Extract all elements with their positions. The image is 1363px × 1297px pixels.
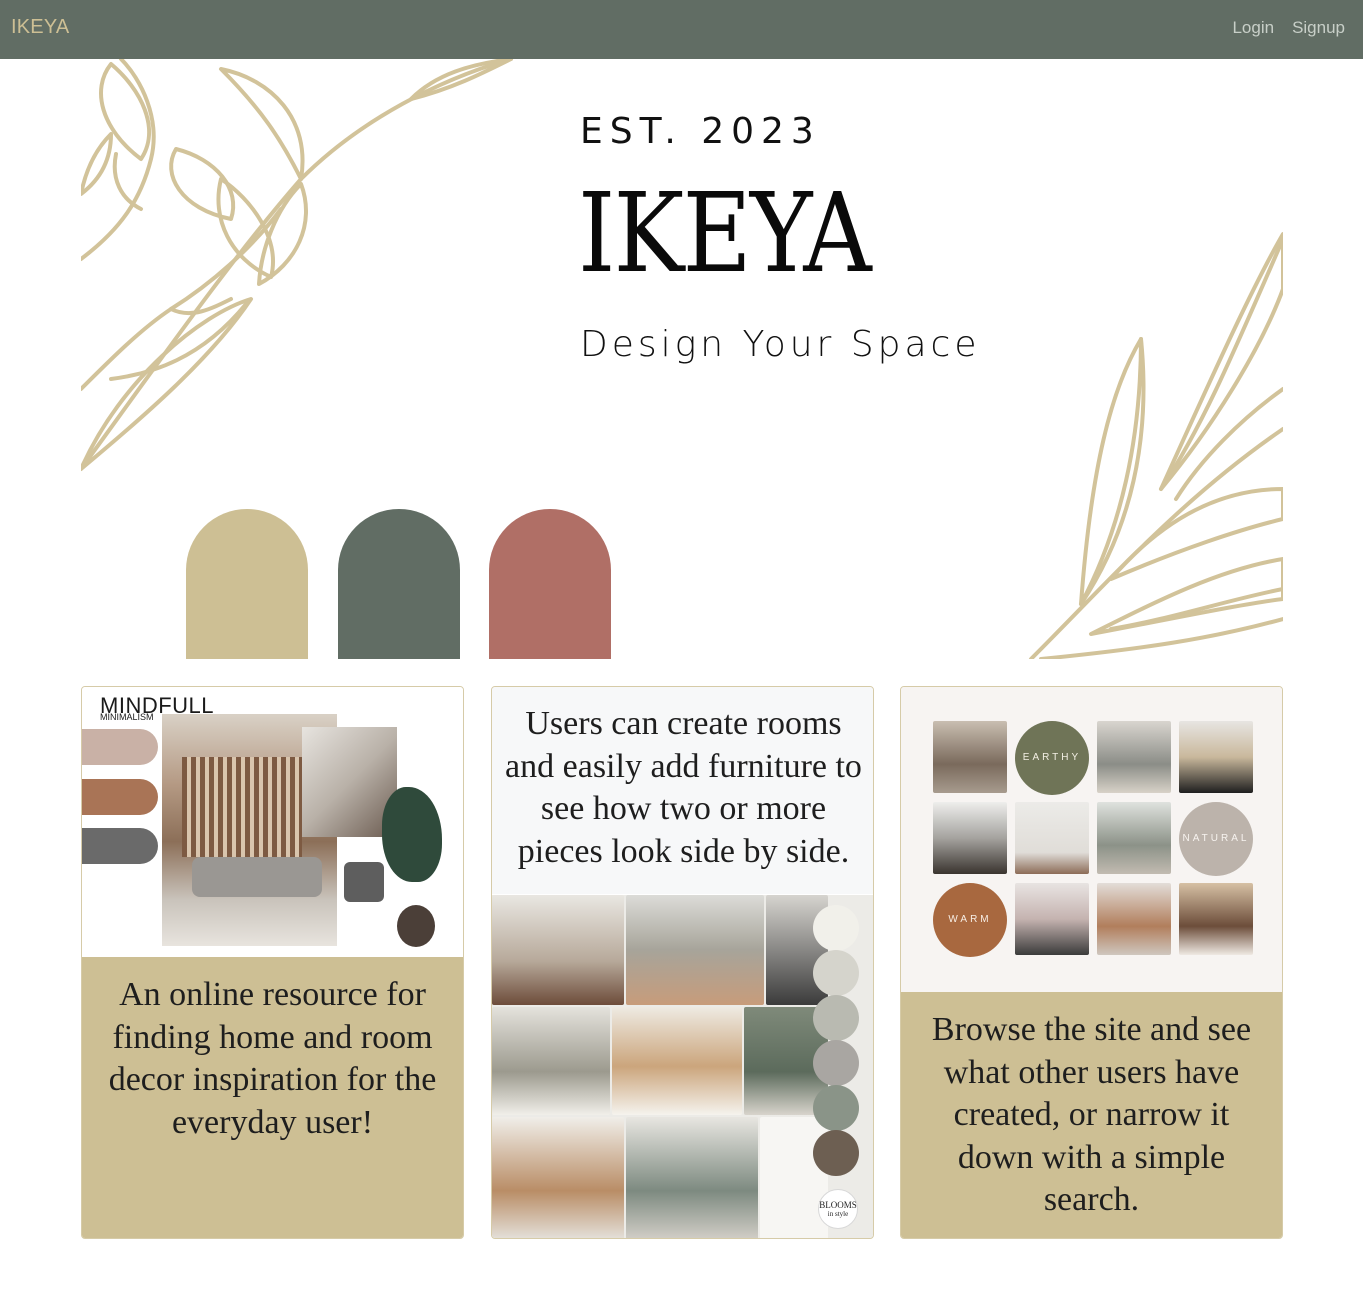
moodboard-subheading: MINIMALISM: [100, 712, 154, 722]
vase: [397, 905, 435, 947]
hero-tagline: Design Your Space: [580, 324, 981, 365]
card-text: Browse the site and see what other users…: [931, 1011, 1252, 1218]
hero-title: IKEYA: [578, 169, 872, 297]
collage-photo: [626, 895, 764, 1005]
collage-photo: [626, 1117, 758, 1238]
nav-links: Login Signup: [1232, 18, 1345, 38]
login-link[interactable]: Login: [1232, 18, 1274, 38]
moodboard-photo: [1097, 802, 1171, 874]
card-body: An online resource for finding home and …: [82, 957, 463, 1238]
card-body: Browse the site and see what other users…: [901, 992, 1282, 1238]
sage-arch: [338, 509, 460, 659]
earthy-badge: EARTHY: [1015, 721, 1089, 795]
est-year: EST. 2023: [580, 111, 821, 152]
moodboard-photo: [1097, 721, 1171, 793]
signup-link[interactable]: Signup: [1292, 18, 1345, 38]
mindful-minimalism-moodboard: MINDFULL MINIMALISM: [82, 687, 463, 957]
collage-photo: [612, 1007, 742, 1115]
card-header: Users can create rooms and easily add fu…: [492, 687, 873, 894]
palette-swatch: [813, 995, 859, 1041]
room-collage: BLOOMS in style: [492, 895, 873, 1238]
collage-photo: [492, 1007, 610, 1115]
swatch-pill: [82, 779, 158, 815]
hero-banner: EST. 2023 IKEYA Design Your Space: [81, 59, 1283, 659]
blooms-sign: BLOOMS in style: [818, 1189, 858, 1229]
sofa: [192, 857, 322, 897]
moodboard-photo: [1179, 883, 1253, 955]
palette-swatch: [813, 950, 859, 996]
palette-swatch: [813, 1130, 859, 1176]
swatch-pill: [82, 729, 158, 765]
earthy-moodboard: EARTHY NATURAL WARM: [901, 687, 1282, 992]
wood-slat-wall: [182, 757, 302, 857]
moodboard-photo: [933, 802, 1007, 874]
feature-card-inspiration: MINDFULL MINIMALISM An online resource f…: [81, 686, 464, 1239]
collage-photo: [492, 1117, 624, 1238]
collage-photo: [760, 1117, 828, 1238]
card-text: Users can create rooms and easily add fu…: [505, 705, 862, 870]
monstera-plant: [382, 787, 442, 882]
feature-card-create-rooms: Users can create rooms and easily add fu…: [491, 686, 874, 1239]
palette-swatch: [813, 1040, 859, 1086]
swatch-pill: [82, 828, 158, 864]
sand-arch: [186, 509, 308, 659]
warm-badge: WARM: [933, 883, 1007, 957]
chair: [344, 862, 384, 902]
natural-badge: NATURAL: [1179, 802, 1253, 876]
card-text: An online resource for finding home and …: [108, 976, 437, 1141]
clay-arch: [489, 509, 611, 659]
moodboard-photo: [1097, 883, 1171, 955]
moodboard-photo: [933, 721, 1007, 793]
brand-link[interactable]: IKEYA: [11, 16, 69, 39]
moodboard-photo: [1015, 802, 1089, 874]
palette-swatch: [813, 905, 859, 951]
collage-photo: [492, 895, 624, 1005]
navbar: IKEYA Login Signup: [0, 0, 1363, 59]
moodboard-photo: [1179, 721, 1253, 793]
feature-card-browse: EARTHY NATURAL WARM Browse the site and …: [900, 686, 1283, 1239]
palette-swatch: [813, 1085, 859, 1131]
moodboard-photo: [1015, 883, 1089, 955]
